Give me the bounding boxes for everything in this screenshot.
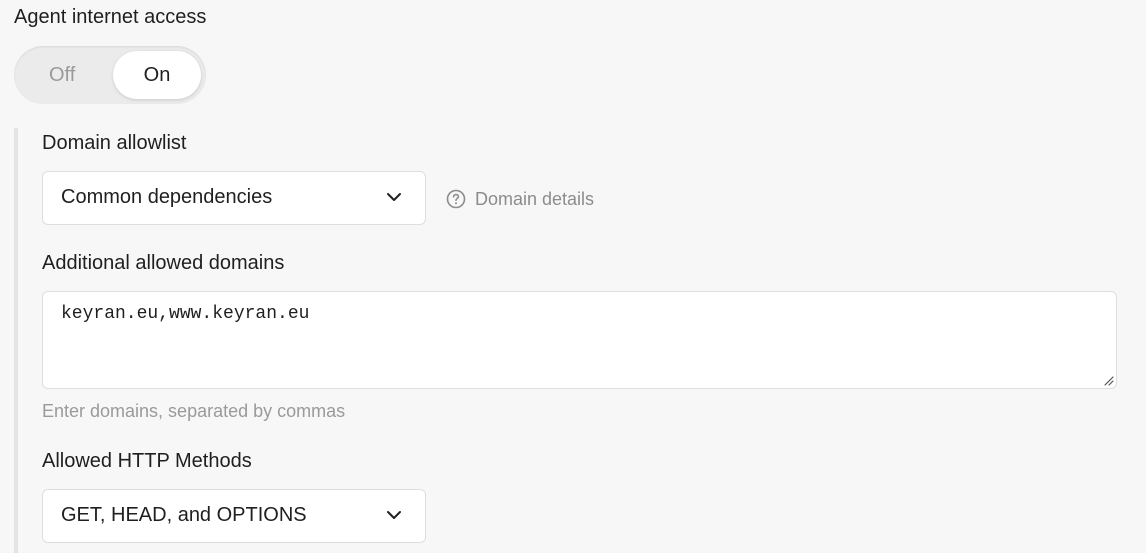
internet-access-settings: Agent internet access Off On Domain allo… <box>0 0 1146 553</box>
domain-allowlist-value: Common dependencies <box>61 186 273 208</box>
http-methods-value: GET, HEAD, and OPTIONS <box>61 504 307 526</box>
additional-domains-label: Additional allowed domains <box>42 252 285 274</box>
additional-domains-field <box>42 291 1117 389</box>
section-title: Agent internet access <box>14 6 207 28</box>
indent-divider <box>14 128 18 553</box>
chevron-down-icon <box>387 511 401 519</box>
http-methods-label: Allowed HTTP Methods <box>42 450 252 472</box>
http-methods-select[interactable]: GET, HEAD, and OPTIONS <box>42 489 426 543</box>
domain-allowlist-select[interactable]: Common dependencies <box>42 171 426 225</box>
internet-access-toggle: Off On <box>14 46 206 104</box>
toggle-on-option[interactable]: On <box>113 51 201 99</box>
domain-details-text: Domain details <box>475 188 595 209</box>
domain-details-link[interactable]: Domain details <box>446 187 594 211</box>
additional-domains-input[interactable] <box>43 292 1116 388</box>
domain-allowlist-label: Domain allowlist <box>42 132 187 154</box>
chevron-down-icon <box>387 193 401 201</box>
additional-domains-hint: Enter domains, separated by commas <box>42 401 346 421</box>
resize-grip-icon[interactable] <box>1102 374 1114 386</box>
question-circle-icon <box>446 189 466 209</box>
toggle-off-option[interactable]: Off <box>34 51 124 99</box>
